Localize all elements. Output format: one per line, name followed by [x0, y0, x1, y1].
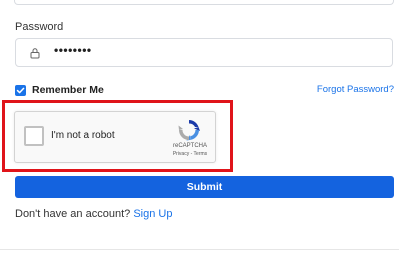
password-field[interactable]: ••••••••	[15, 38, 393, 67]
signup-link[interactable]: Sign Up	[133, 208, 172, 220]
recaptcha-terms-link[interactable]: Privacy - Terms	[165, 151, 215, 157]
recaptcha-logo-icon	[178, 120, 200, 141]
remember-me-checkbox[interactable]	[15, 84, 26, 96]
previous-input-edge	[14, 0, 394, 5]
check-icon	[16, 87, 25, 93]
remember-me-label: Remember Me	[32, 84, 104, 96]
recaptcha-brand: reCAPTCHA	[172, 143, 207, 149]
recaptcha-label: I'm not a robot	[51, 130, 115, 141]
signup-row: Don't have an account? Sign Up	[15, 208, 172, 220]
password-label: Password	[15, 21, 64, 33]
remember-me-row[interactable]: Remember Me	[15, 84, 104, 96]
signup-prompt: Don't have an account?	[15, 208, 131, 220]
login-form-page: Password •••••••• Remember Me Forgot Pas…	[0, 0, 399, 257]
divider	[0, 249, 399, 250]
password-value: ••••••••	[54, 43, 92, 57]
forgot-password-link[interactable]: Forgot Password?	[317, 84, 394, 95]
recaptcha-widget: I'm not a robot reCAPTCHA Privacy - Term…	[14, 111, 216, 163]
lock-icon	[30, 48, 40, 59]
submit-button[interactable]: Submit	[15, 176, 394, 198]
recaptcha-checkbox[interactable]	[24, 126, 44, 146]
